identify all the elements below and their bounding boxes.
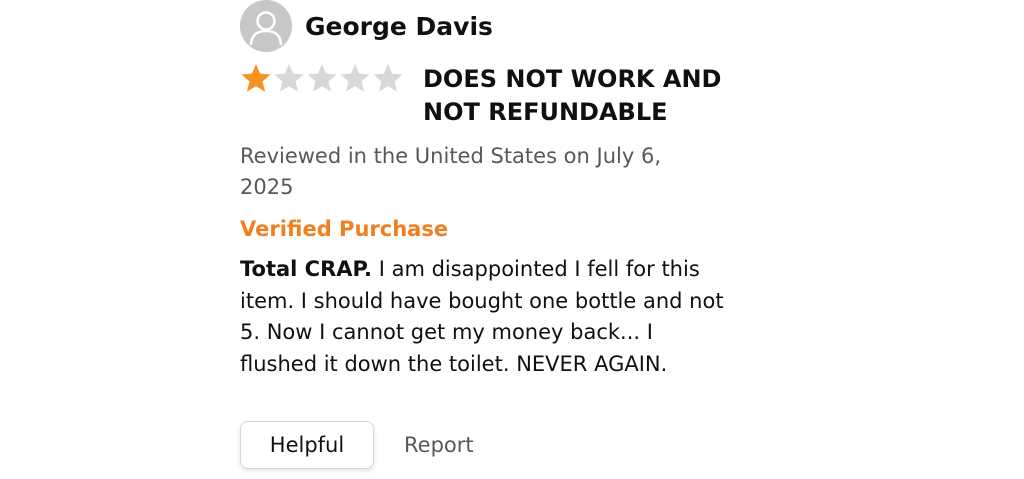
star-empty-icon [339, 62, 371, 94]
star-empty-icon [372, 62, 404, 94]
star-empty-icon [273, 62, 305, 94]
report-link[interactable]: Report [404, 433, 474, 457]
rating-row: DOES NOT WORK AND NOT REFUNDABLE [240, 62, 721, 126]
verified-purchase-badge: Verified Purchase [240, 217, 449, 241]
star-empty-icon [306, 62, 338, 94]
review-body-lead: Total CRAP. [240, 257, 373, 281]
helpful-button[interactable]: Helpful [240, 421, 374, 469]
review-date: Reviewed in the United States on July 6,… [240, 144, 661, 199]
reviewer-name[interactable]: George Davis [305, 12, 493, 41]
star-filled-icon [240, 62, 272, 94]
review-body: Total CRAP. I am disappointed I fell for… [240, 254, 730, 380]
review-title[interactable]: DOES NOT WORK AND NOT REFUNDABLE [423, 63, 743, 129]
reviewer-profile[interactable]: George Davis [240, 0, 493, 52]
star-rating [240, 62, 406, 94]
review-card: George Davis DOES NOT WORK AND NOT REFUN… [240, 0, 760, 479]
user-silhouette-icon [240, 0, 292, 52]
review-actions: Helpful Report [240, 420, 474, 470]
